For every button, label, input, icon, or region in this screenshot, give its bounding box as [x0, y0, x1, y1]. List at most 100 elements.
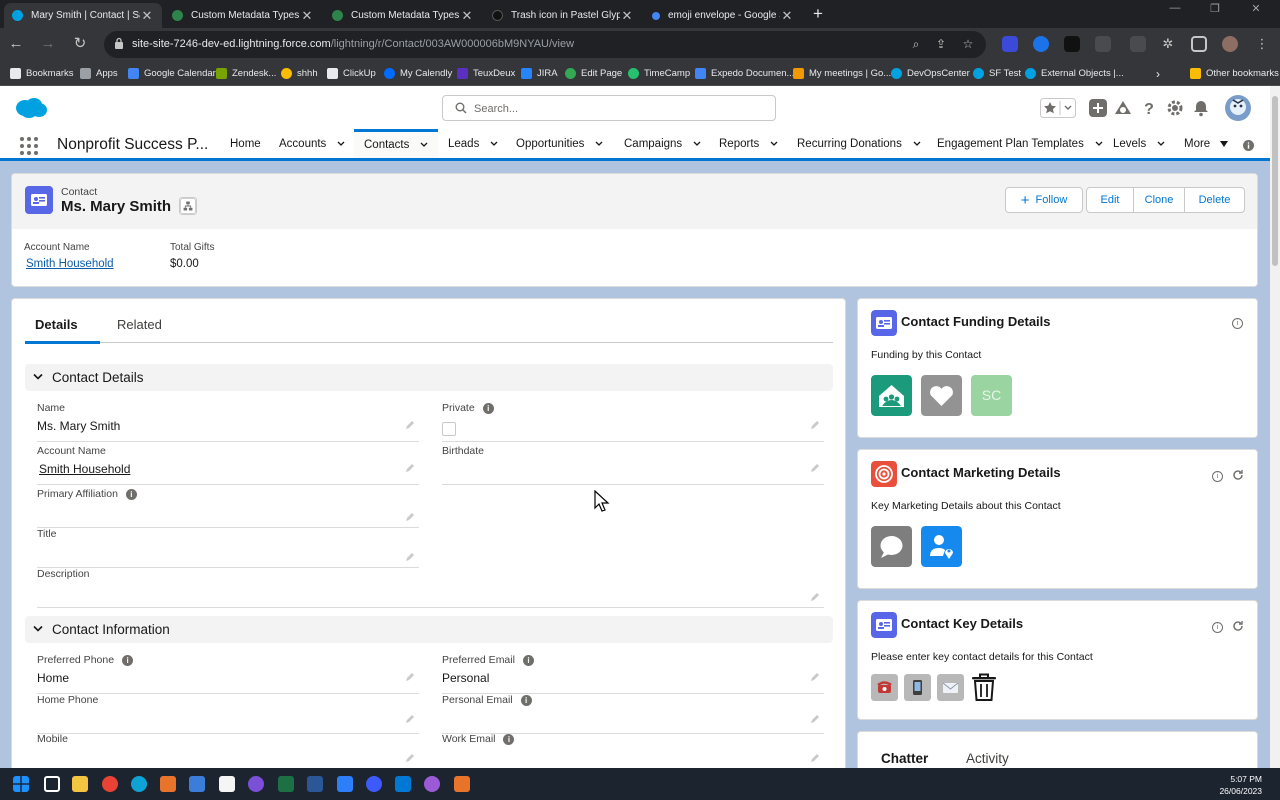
word-icon[interactable]	[307, 776, 323, 792]
pencil-edit-icon[interactable]	[810, 592, 820, 602]
salesforce-logo-icon[interactable]	[14, 97, 48, 119]
extensions-puzzle-icon[interactable]: ✲	[1160, 36, 1176, 52]
nav-item-opportunities[interactable]: Opportunities	[516, 129, 603, 158]
nav-item-levels[interactable]: Levels	[1113, 129, 1165, 158]
favorites-star-icon[interactable]	[1040, 98, 1076, 118]
chevron-down-icon[interactable]	[1157, 140, 1165, 148]
task-view-icon[interactable]	[44, 776, 60, 792]
bookmark-item[interactable]: TeuxDeux	[457, 66, 515, 81]
nav-item-contacts[interactable]: Contacts	[354, 129, 438, 158]
refresh-icon[interactable]	[1232, 469, 1244, 481]
browser-tab[interactable]: emoji envelope - Google Search ✕	[644, 3, 802, 28]
chat-bubble-icon[interactable]	[871, 526, 912, 567]
pencil-edit-icon[interactable]	[810, 672, 820, 682]
private-checkbox[interactable]	[442, 422, 456, 436]
browser-tab[interactable]: Custom Metadata Types | Salesforce ✕	[324, 3, 482, 28]
info-icon[interactable]: i	[1212, 471, 1223, 482]
bookmark-item[interactable]: Google Calendar	[128, 66, 216, 81]
browser-tab[interactable]: Mary Smith | Contact | Salesforce ✕	[4, 3, 162, 28]
address-bar[interactable]: site-site-7246-dev-ed.lightning.force.co…	[104, 31, 986, 58]
bookmark-item[interactable]: SF Test	[973, 66, 1021, 81]
restore-window-icon[interactable]: ❐	[1195, 2, 1235, 15]
bookmark-item[interactable]: Bookmarks	[10, 66, 74, 81]
sublime-icon[interactable]	[160, 776, 176, 792]
tab-details[interactable]: Details	[35, 317, 78, 332]
nav-item-engagement-plan-templates[interactable]: Engagement Plan Templates	[937, 129, 1103, 158]
info-icon[interactable]: i	[482, 402, 494, 414]
nav-item-reports[interactable]: Reports	[719, 129, 778, 158]
app-launcher-waffle-icon[interactable]	[20, 137, 38, 155]
setup-gear-icon[interactable]	[1165, 98, 1185, 118]
browser-tab[interactable]: Custom Metadata Types | Salesforce ✕	[164, 3, 322, 28]
bookmark-item[interactable]: Edit Page	[565, 66, 622, 81]
page-scrollbar[interactable]	[1270, 86, 1280, 768]
sublime-icon[interactable]	[454, 776, 470, 792]
windows-start-icon[interactable]	[13, 776, 29, 792]
bookmarks-overflow-icon[interactable]: ›	[1156, 66, 1160, 81]
profile-avatar-icon[interactable]	[1222, 36, 1238, 52]
close-tab-icon[interactable]: ✕	[460, 8, 474, 24]
caret-down-icon[interactable]	[1220, 140, 1229, 148]
zoom-icon[interactable]: ⌕	[908, 36, 924, 52]
user-location-icon[interactable]	[921, 526, 962, 567]
account-link[interactable]: Smith Household	[26, 258, 114, 270]
info-icon[interactable]: i	[520, 694, 532, 706]
close-tab-icon[interactable]: ✕	[300, 8, 314, 24]
info-icon[interactable]: i	[125, 488, 137, 500]
pencil-edit-icon[interactable]	[405, 512, 415, 522]
heart-icon[interactable]	[921, 375, 962, 416]
extension-icon[interactable]	[1130, 36, 1146, 52]
help-question-icon[interactable]: ?	[1139, 98, 1159, 118]
follow-button[interactable]: + Follow	[1005, 187, 1083, 213]
pencil-edit-icon[interactable]	[405, 672, 415, 682]
nav-item-more[interactable]: More	[1184, 129, 1229, 158]
edit-button[interactable]: Edit	[1086, 187, 1134, 213]
bookmark-item[interactable]: Zendesk...	[216, 66, 276, 81]
delete-button[interactable]: Delete	[1184, 187, 1245, 213]
tab-chatter[interactable]: Chatter	[881, 751, 928, 766]
forward-icon[interactable]: →	[38, 34, 58, 54]
bookmark-item[interactable]: shhh	[281, 66, 318, 81]
scrollbar-thumb[interactable]	[1272, 96, 1278, 266]
bookmark-item[interactable]: DevOpsCenter	[891, 66, 970, 81]
nav-item-recurring-donations[interactable]: Recurring Donations	[797, 129, 921, 158]
pencil-edit-icon[interactable]	[405, 753, 415, 763]
pencil-edit-icon[interactable]	[810, 714, 820, 724]
extension-icon[interactable]	[1095, 36, 1111, 52]
chevron-down-icon[interactable]	[337, 140, 345, 148]
trash-icon[interactable]	[971, 672, 997, 702]
bookmark-item[interactable]: ClickUp	[327, 66, 376, 81]
clone-button[interactable]: Clone	[1133, 187, 1185, 213]
pencil-edit-icon[interactable]	[405, 552, 415, 562]
notifications-bell-icon[interactable]	[1191, 98, 1211, 118]
user-avatar-icon[interactable]	[1224, 94, 1252, 122]
bookmark-item[interactable]: My meetings | Go...	[793, 66, 891, 81]
nav-item-campaigns[interactable]: Campaigns	[624, 129, 701, 158]
tab-activity[interactable]: Activity	[966, 751, 1009, 766]
section-contact-details[interactable]: Contact Details	[25, 364, 833, 391]
refresh-icon[interactable]	[1232, 620, 1244, 632]
browser-tab[interactable]: Trash icon in Pastel Glyph Style ✕	[484, 3, 642, 28]
chevron-down-icon[interactable]	[490, 140, 498, 148]
pencil-edit-icon[interactable]	[405, 714, 415, 724]
chevron-down-icon[interactable]	[693, 140, 701, 148]
calculator-icon[interactable]	[189, 776, 205, 792]
soft-credits-tile[interactable]: SC	[971, 375, 1012, 416]
info-icon[interactable]: i	[503, 733, 515, 745]
section-contact-information[interactable]: Contact Information	[25, 616, 833, 643]
account-link[interactable]: Smith Household	[39, 462, 130, 476]
info-icon[interactable]: i	[1232, 318, 1243, 329]
pencil-edit-icon[interactable]	[810, 420, 820, 430]
side-panel-icon[interactable]	[1191, 36, 1207, 52]
bookmark-item[interactable]: External Objects |...	[1025, 66, 1124, 81]
bookmark-star-icon[interactable]: ☆	[960, 36, 976, 52]
app-icon[interactable]	[337, 776, 353, 792]
reload-icon[interactable]: ↻	[70, 34, 90, 54]
tab-related[interactable]: Related	[117, 317, 162, 332]
close-tab-icon[interactable]: ✕	[780, 8, 794, 24]
app-icon[interactable]	[248, 776, 264, 792]
chevron-down-icon[interactable]	[913, 140, 921, 148]
envelope-icon[interactable]	[937, 674, 964, 701]
pencil-edit-icon[interactable]	[810, 463, 820, 473]
pencil-edit-icon[interactable]	[810, 753, 820, 763]
